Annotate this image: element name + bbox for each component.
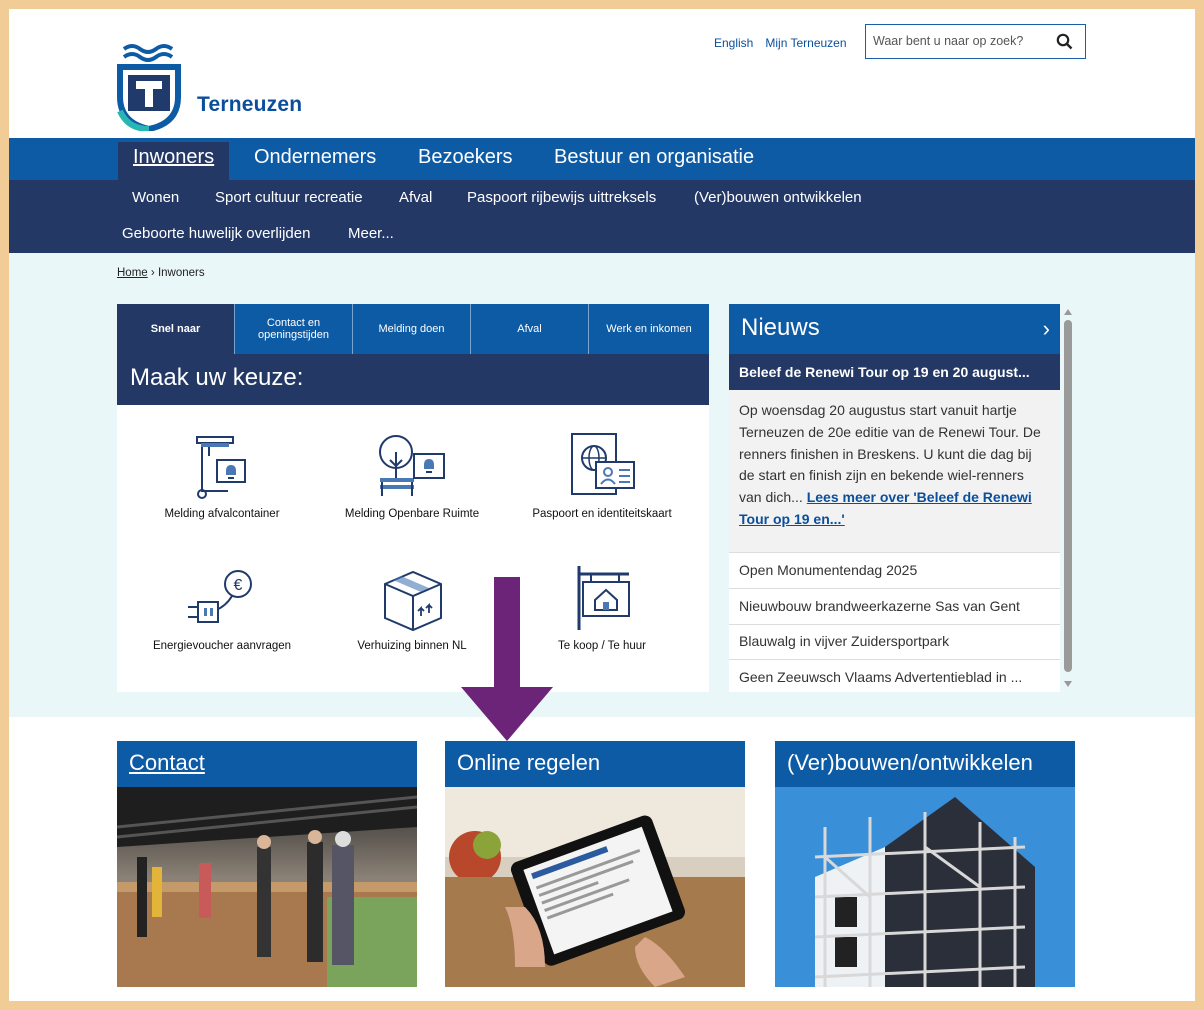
tile-energievoucher[interactable]: € Energievoucher aanvragen (127, 564, 317, 652)
tile-label: Paspoort en identiteitskaart (532, 508, 672, 520)
news-item[interactable]: Nieuwbouw brandweerkazerne Sas van Gent (729, 589, 1060, 625)
scroll-down-icon[interactable] (1064, 681, 1072, 687)
news-item[interactable]: Open Monumentendag 2025 (729, 553, 1060, 589)
subnav-geboorte[interactable]: Geboorte huwelijk overlijden (122, 225, 310, 242)
moving-box-icon (384, 570, 442, 632)
terneuzen-logo-icon (117, 44, 181, 131)
tree-bench-bell-icon (379, 435, 445, 496)
tile-label: Melding afvalcontainer (164, 508, 280, 520)
tab-afval[interactable]: Afval (471, 304, 589, 354)
tile-label: Energievoucher aanvragen (152, 640, 292, 652)
news-featured-body: Op woensdag 20 augustus start vanuit har… (729, 390, 1060, 553)
scroll-up-icon[interactable] (1064, 309, 1072, 315)
card-online-regelen[interactable]: Online regelen (445, 741, 745, 987)
search-input[interactable] (873, 34, 1043, 48)
tile-label: Melding Openbare Ruimte (344, 508, 480, 520)
site-name: Terneuzen (197, 93, 303, 116)
news-panel: Nieuws › Beleef de Renewi Tour op 19 en … (729, 304, 1060, 692)
card-title: Online regelen (445, 741, 745, 787)
container-bell-icon (196, 436, 246, 499)
svg-text:€: € (234, 577, 243, 594)
main-nav: Inwoners Ondernemers Bezoekers Bestuur e… (9, 138, 1195, 180)
tab-snel-naar[interactable]: Snel naar (117, 304, 235, 354)
tab-melding-doen[interactable]: Melding doen (353, 304, 471, 354)
quick-panel: Snel naar Contact en openingstijden Meld… (117, 304, 709, 692)
search-box (865, 24, 1086, 59)
card-title: (Ver)bouwen/ontwikkelen (775, 741, 1075, 787)
quick-heading: Maak uw keuze: (117, 354, 709, 405)
passport-id-icon (571, 433, 635, 495)
scaffolding-image (775, 787, 1075, 987)
tile-melding-afvalcontainer[interactable]: Melding afvalcontainer (127, 432, 317, 520)
contact-desk-image (117, 787, 417, 987)
search-icon[interactable] (1056, 33, 1073, 55)
card-contact[interactable]: Contact (117, 741, 417, 987)
breadcrumb-separator: › (150, 267, 155, 279)
breadcrumb-current: Inwoners (157, 267, 205, 279)
subnav-afval[interactable]: Afval (399, 189, 432, 206)
tile-paspoort[interactable]: Paspoort en identiteitskaart (507, 432, 697, 520)
tab-contact[interactable]: Contact en openingstijden (235, 304, 353, 354)
news-item[interactable]: Blauwalg in vijver Zuidersportpark (729, 624, 1060, 660)
subnav-meer[interactable]: Meer... (348, 225, 394, 242)
subnav-wonen[interactable]: Wonen (132, 189, 179, 206)
news-scrollbar[interactable] (1061, 306, 1075, 689)
tile-melding-openbare-ruimte[interactable]: Melding Openbare Ruimte (317, 432, 507, 520)
browser-page: Terneuzen English Mijn Terneuzen Inwoners… (9, 9, 1195, 1001)
chevron-right-icon: › (1042, 316, 1050, 341)
english-link[interactable]: English (714, 36, 753, 50)
site-logo[interactable]: Terneuzen (114, 41, 334, 141)
scroll-thumb[interactable] (1064, 320, 1072, 672)
news-header[interactable]: Nieuws › (729, 304, 1060, 354)
mijn-terneuzen-link[interactable]: Mijn Terneuzen (765, 36, 846, 50)
card-title: Contact (117, 741, 417, 787)
nav-inwoners[interactable]: Inwoners (118, 142, 230, 180)
purple-arrow-icon (459, 577, 555, 746)
nav-bestuur-en-organisatie[interactable]: Bestuur en organisatie (554, 142, 754, 180)
card-verbouwen[interactable]: (Ver)bouwen/ontwikkelen (775, 741, 1075, 987)
subnav-verbouwen[interactable]: (Ver)bouwen ontwikkelen (694, 189, 862, 206)
plug-euro-icon: € (188, 570, 252, 623)
nav-ondernemers[interactable]: Ondernemers (254, 142, 376, 180)
top-links: English Mijn Terneuzen (714, 36, 859, 50)
sub-nav: Wonen Sport cultuur recreatie Afval Pasp… (9, 180, 1195, 253)
breadcrumb: Home › Inwoners (117, 267, 205, 279)
subnav-sport-cultuur-recreatie[interactable]: Sport cultuur recreatie (215, 189, 363, 206)
quick-tabs: Snel naar Contact en openingstijden Meld… (117, 304, 709, 354)
tablet-image (445, 787, 745, 987)
subnav-paspoort[interactable]: Paspoort rijbewijs uittreksels (467, 189, 656, 206)
house-sign-icon (577, 566, 630, 630)
breadcrumb-home[interactable]: Home (117, 267, 148, 279)
news-title: Nieuws (741, 314, 820, 341)
nav-bezoekers[interactable]: Bezoekers (418, 142, 513, 180)
tab-werk-en-inkomen[interactable]: Werk en inkomen (589, 304, 709, 354)
news-item[interactable]: Geen Zeeuwsch Vlaams Advertentieblad in … (729, 660, 1060, 696)
news-featured-title[interactable]: Beleef de Renewi Tour op 19 en 20 august… (729, 354, 1060, 390)
